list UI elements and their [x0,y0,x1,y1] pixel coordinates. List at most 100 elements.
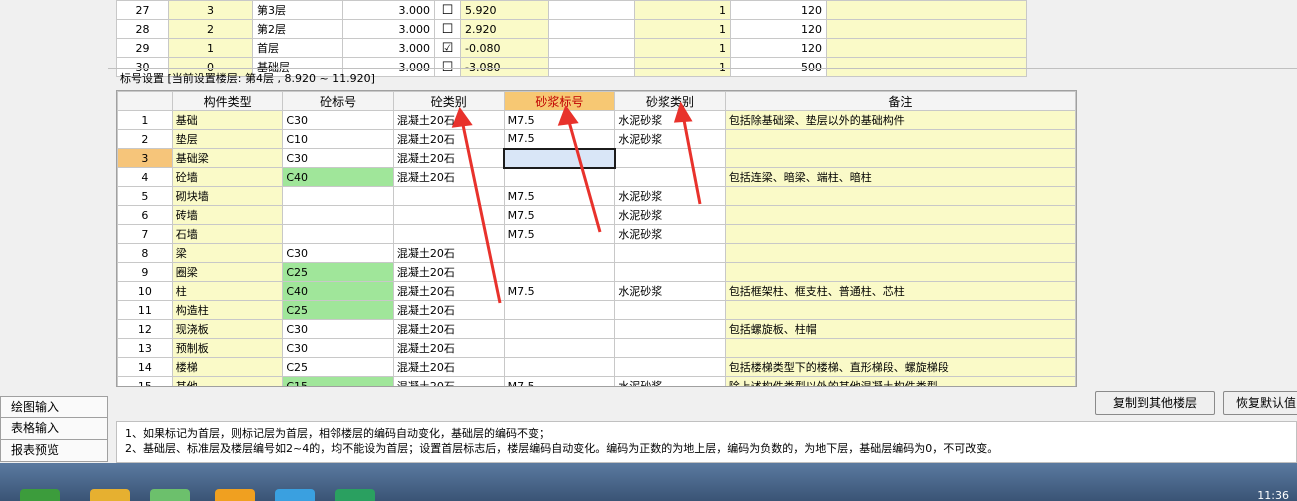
col-header-concrete-kind[interactable]: 砼类别 [392,91,505,111]
cell-remark[interactable]: 包括螺旋板、柱帽 [724,319,1076,339]
cell-remark[interactable]: 包括连梁、暗梁、端柱、暗柱 [724,167,1076,187]
row-number[interactable]: 3 [117,148,173,168]
cell-mortar-kind[interactable] [614,319,726,339]
floor-spacer[interactable] [548,38,635,58]
grade-row[interactable]: 7 石墙 M7.5 水泥砂浆 [117,224,1076,244]
cell-type[interactable]: 楼梯 [171,357,284,377]
cell-type[interactable]: 圈梁 [171,262,284,282]
cell-concrete-grade[interactable] [282,224,394,244]
floor-extra[interactable] [826,57,1027,77]
cell-concrete-kind[interactable]: 混凝土20石 [392,338,505,358]
floor-extra[interactable] [826,38,1027,58]
grade-row[interactable]: 2 垫层 C10 混凝土20石 M7.5 水泥砂浆 [117,129,1076,149]
cell-mortar-grade[interactable] [503,262,616,282]
cell-mortar-kind[interactable] [614,262,726,282]
cell-concrete-kind[interactable] [392,186,505,206]
floor-spacer[interactable] [548,0,635,20]
cell-concrete-kind[interactable]: 混凝土20石 [392,357,505,377]
floor-count[interactable]: 1 [634,57,731,77]
cell-type[interactable]: 石墙 [171,224,284,244]
grade-row[interactable]: 11 构造柱 C25 混凝土20石 [117,300,1076,320]
cell-remark[interactable] [724,129,1076,149]
cell-concrete-kind[interactable]: 混凝土20石 [392,243,505,263]
cell-mortar-kind[interactable]: 水泥砂浆 [614,376,726,386]
copy-to-floors-button[interactable]: 复制到其他楼层 [1095,391,1215,415]
grade-row[interactable]: 9 圈梁 C25 混凝土20石 [117,262,1076,282]
cell-remark[interactable] [724,338,1076,358]
floor-elevation[interactable]: -3.080 [460,57,549,77]
nav-table-input[interactable]: 表格输入 [0,418,108,440]
cell-mortar-kind[interactable] [614,357,726,377]
col-header-mortar-kind[interactable]: 砂浆类别 [614,91,726,111]
col-header-remark[interactable]: 备注 [724,91,1076,111]
cell-concrete-grade[interactable]: C10 [282,129,394,149]
cell-concrete-kind[interactable]: 混凝土20石 [392,148,505,168]
app-icon-3[interactable] [215,489,255,501]
cell-mortar-grade[interactable]: M7.5 [503,205,616,225]
cell-remark[interactable]: 除上述构件类型以外的其他混凝土构件类型 [724,376,1076,386]
grade-row[interactable]: 6 砖墙 M7.5 水泥砂浆 [117,205,1076,225]
floor-thickness[interactable]: 120 [730,38,827,58]
cell-remark[interactable] [724,243,1076,263]
cell-concrete-grade[interactable] [282,186,394,206]
cell-mortar-grade[interactable]: M7.5 [503,186,616,206]
cell-concrete-grade[interactable] [282,205,394,225]
row-number[interactable]: 13 [117,338,173,358]
floor-first-check[interactable]: ☐ [434,0,461,20]
cell-concrete-grade[interactable]: C25 [282,300,394,320]
cell-type[interactable]: 基础梁 [171,148,284,168]
cell-concrete-kind[interactable] [392,205,505,225]
cell-concrete-kind[interactable]: 混凝土20石 [392,129,505,149]
floor-first-check[interactable]: ☐ [434,19,461,39]
cell-remark[interactable] [724,224,1076,244]
cell-concrete-grade[interactable]: C30 [282,110,394,130]
cell-mortar-kind[interactable]: 水泥砂浆 [614,110,726,130]
floor-name[interactable]: 第2层 [252,19,343,39]
app-icon-1[interactable] [90,489,130,501]
row-number[interactable]: 5 [117,186,173,206]
app-icon-4[interactable] [275,489,315,501]
grade-row[interactable]: 12 现浇板 C30 混凝土20石 包括螺旋板、柱帽 [117,319,1076,339]
cell-concrete-grade[interactable]: C25 [282,262,394,282]
cell-mortar-grade[interactable] [503,338,616,358]
floor-num[interactable]: 28 [116,19,169,39]
row-number[interactable]: 1 [117,110,173,130]
cell-mortar-kind[interactable] [614,338,726,358]
row-number[interactable]: 12 [117,319,173,339]
floor-num[interactable]: 29 [116,38,169,58]
floor-row[interactable]: 28 2 第2层 3.000 ☐ 2.920 1 120 [116,19,1027,39]
cell-concrete-grade[interactable]: C40 [282,281,394,301]
cell-mortar-grade[interactable]: M7.5 [503,110,616,130]
row-number[interactable]: 11 [117,300,173,320]
floor-code[interactable]: 3 [168,0,253,20]
cell-mortar-grade[interactable]: M7.5 [503,376,616,386]
cell-concrete-grade[interactable]: C30 [282,243,394,263]
floor-extra[interactable] [826,0,1027,20]
cell-type[interactable]: 砖墙 [171,205,284,225]
cell-concrete-grade[interactable]: C25 [282,357,394,377]
cell-mortar-grade[interactable]: M7.5 [503,281,616,301]
floor-count[interactable]: 1 [634,38,731,58]
floor-elevation[interactable]: 2.920 [460,19,549,39]
grade-row[interactable]: 13 预制板 C30 混凝土20石 [117,338,1076,358]
app-icon-2[interactable] [150,489,190,501]
col-header-type[interactable]: 构件类型 [171,91,284,111]
row-number[interactable]: 10 [117,281,173,301]
grade-row[interactable]: 1 基础 C30 混凝土20石 M7.5 水泥砂浆 包括除基础梁、垫层以外的基础构件 [117,110,1076,130]
cell-concrete-grade[interactable]: C15 [282,376,394,386]
floor-name[interactable]: 第3层 [252,0,343,20]
col-header-concrete-grade[interactable]: 砼标号 [282,91,394,111]
row-number[interactable]: 2 [117,129,173,149]
floor-elevation[interactable]: 5.920 [460,0,549,20]
grade-row[interactable]: 4 砼墙 C40 混凝土20石 包括连梁、暗梁、端柱、暗柱 [117,167,1076,187]
floor-row[interactable]: 29 1 首层 3.000 ☑ -0.080 1 120 [116,38,1027,58]
col-header-mortar-grade[interactable]: 砂浆标号 [503,91,616,111]
start-orb-icon[interactable] [20,489,60,501]
nav-draw-input[interactable]: 绘图输入 [0,396,108,418]
grade-row[interactable]: 10 柱 C40 混凝土20石 M7.5 水泥砂浆 包括框架柱、框支柱、普通柱、芯柱 [117,281,1076,301]
row-number[interactable]: 8 [117,243,173,263]
floor-num[interactable]: 27 [116,0,169,20]
row-number[interactable]: 9 [117,262,173,282]
grade-row[interactable]: 3 基础梁 C30 混凝土20石 [117,147,1076,169]
floor-thickness[interactable]: 500 [730,57,827,77]
